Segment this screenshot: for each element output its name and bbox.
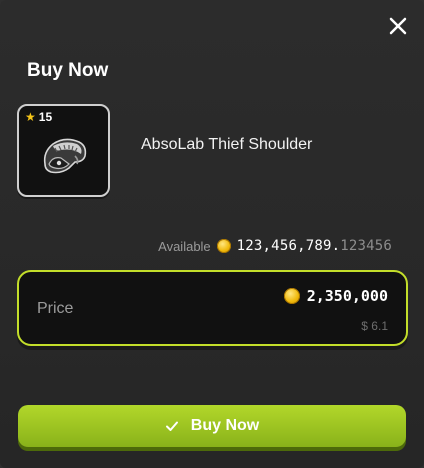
available-integer: 123,456,789. <box>236 238 341 254</box>
coin-icon <box>216 239 231 253</box>
available-balance: Available 123,456,789.123456 <box>158 238 392 254</box>
buy-now-button[interactable]: Buy Now <box>18 405 406 447</box>
star-icon: ★ <box>25 110 36 124</box>
price-field[interactable]: Price 2,350,000 $ 6.1 <box>17 270 408 346</box>
item-thumbnail: ★ 15 <box>17 104 110 197</box>
shoulder-armor-icon <box>39 134 91 183</box>
price-value-row: 2,350,000 <box>283 287 388 305</box>
available-value: 123,456,789.123456 <box>237 238 392 254</box>
price-value: 2,350,000 <box>306 287 388 305</box>
available-decimal: 123456 <box>340 238 392 254</box>
dialog-title: Buy Now <box>27 60 109 81</box>
price-usd: $ 6.1 <box>361 319 388 333</box>
check-icon <box>165 419 179 433</box>
item-badge-value: 15 <box>38 110 53 124</box>
available-label: Available <box>158 238 211 254</box>
item-name: AbsoLab Thief Shoulder <box>141 136 313 153</box>
coin-icon <box>283 288 300 304</box>
close-icon[interactable] <box>386 14 410 38</box>
buy-now-dialog: Buy Now ★ 15 AbsoLab Thief Shoulder Avai… <box>0 0 424 468</box>
price-label: Price <box>37 300 74 317</box>
item-level-badge: ★ 15 <box>25 110 52 124</box>
buy-now-button-label: Buy Now <box>190 417 260 434</box>
